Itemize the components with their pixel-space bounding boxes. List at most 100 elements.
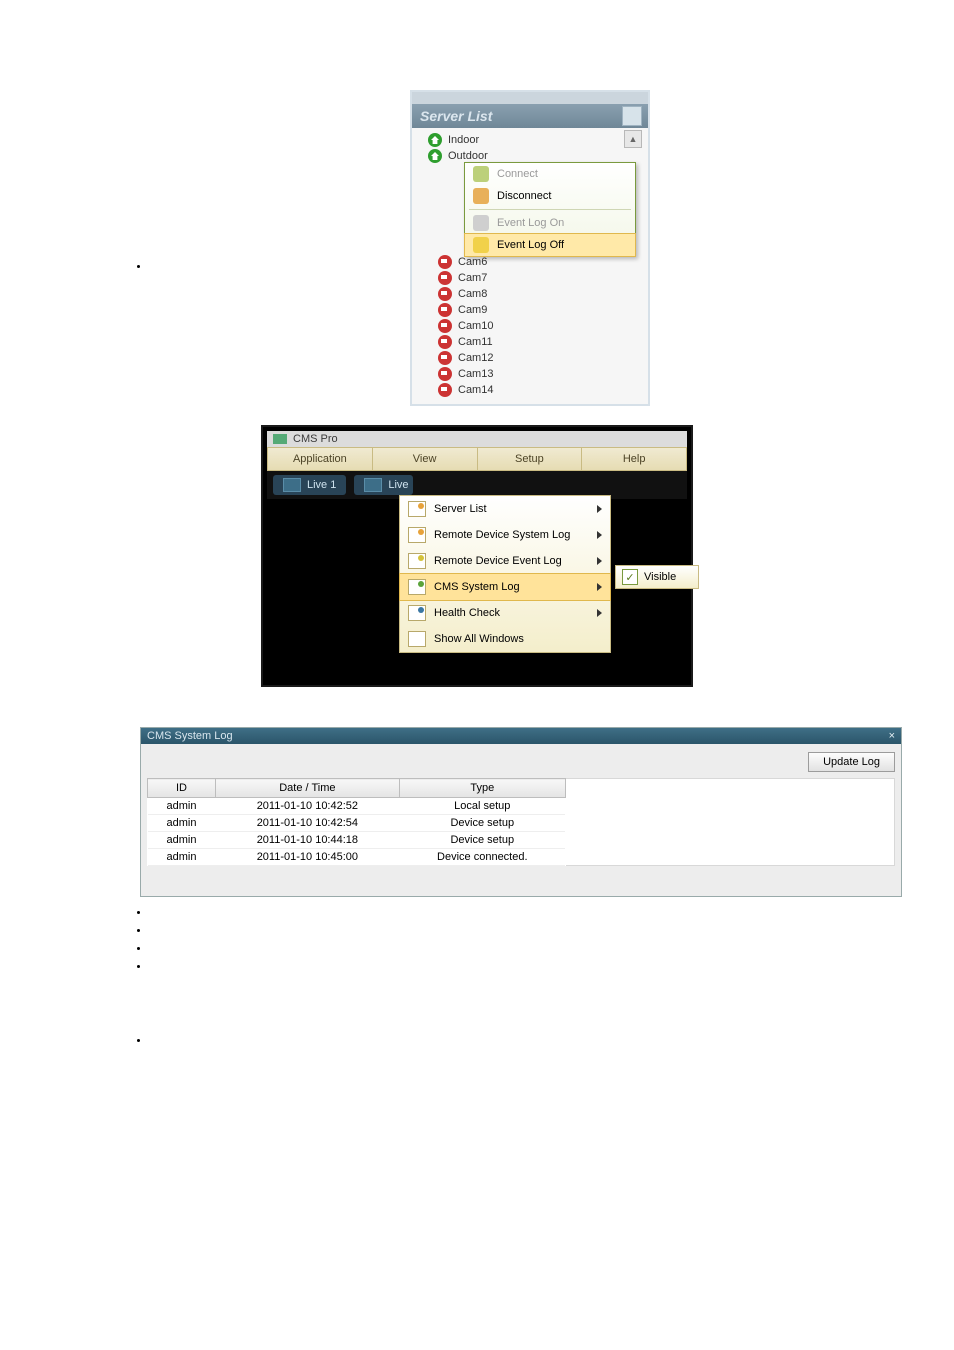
tree-label: Cam8 — [458, 288, 487, 300]
menu-view[interactable]: View — [373, 448, 478, 470]
tree-label: Cam9 — [458, 304, 487, 316]
dd-label: Server List — [434, 503, 487, 515]
tree-cam[interactable]: Cam12 — [416, 350, 644, 366]
panel-options-icon[interactable] — [622, 106, 642, 126]
menu-setup[interactable]: Setup — [478, 448, 583, 470]
monitor-icon — [283, 478, 301, 492]
tree-label: Cam13 — [458, 368, 493, 380]
connect-icon — [473, 166, 489, 182]
tree-cam[interactable]: Cam8 — [416, 286, 644, 302]
ctx-connect[interactable]: Connect — [465, 163, 635, 185]
table-row[interactable]: admin2011-01-10 10:42:52Local setup — [148, 798, 566, 815]
ctx-event-on[interactable]: Event Log On — [465, 212, 635, 234]
tree-cam[interactable]: Cam9 — [416, 302, 644, 318]
monitor-icon — [364, 478, 382, 492]
live-button[interactable]: Live — [354, 475, 412, 495]
dd-label: CMS System Log — [434, 581, 520, 593]
event-on-icon — [473, 215, 489, 231]
chevron-right-icon — [597, 583, 602, 591]
dd-show-all[interactable]: Show All Windows — [400, 626, 610, 652]
col-type[interactable]: Type — [399, 779, 565, 798]
log-detail-pane — [566, 778, 895, 866]
table-row[interactable]: admin2011-01-10 10:44:18Device setup — [148, 832, 566, 849]
dd-label: Show All Windows — [434, 633, 524, 645]
menu-icon — [408, 579, 426, 595]
button-label: Live 1 — [307, 479, 336, 491]
chevron-right-icon — [597, 531, 602, 539]
log-window-title: CMS System Log — [147, 730, 233, 742]
event-off-icon — [473, 237, 489, 253]
menu-icon — [408, 631, 426, 647]
dd-remote-evtlog[interactable]: Remote Device Event Log — [400, 548, 610, 574]
menu-icon — [408, 527, 426, 543]
dd-label: Remote Device System Log — [434, 529, 570, 541]
menu-icon — [408, 501, 426, 517]
menu-icon — [408, 553, 426, 569]
camera-icon — [438, 271, 452, 285]
server-list-panel: Server List ▲ Indoor Outdoor Cam6 Cam7 C… — [410, 90, 650, 257]
ctx-event-off[interactable]: Event Log Off — [464, 233, 636, 257]
chevron-right-icon — [597, 505, 602, 513]
menu-icon — [408, 605, 426, 621]
cms-system-log-window: CMS System Log × Update Log ID Date / Ti… — [140, 727, 902, 897]
disconnect-icon — [473, 188, 489, 204]
tree-label: Cam14 — [458, 384, 493, 396]
tree-group-indoor[interactable]: Indoor — [416, 132, 624, 148]
tree-cam[interactable]: Cam10 — [416, 318, 644, 334]
camera-icon — [438, 351, 452, 365]
log-table: ID Date / Time Type admin2011-01-10 10:4… — [147, 778, 566, 866]
dd-remote-syslog[interactable]: Remote Device System Log — [400, 522, 610, 548]
tree-cam[interactable]: Cam14 — [416, 382, 644, 398]
chevron-right-icon — [597, 609, 602, 617]
chevron-right-icon — [597, 557, 602, 565]
close-icon[interactable]: × — [889, 730, 895, 742]
dd-label: Health Check — [434, 607, 500, 619]
table-row[interactable]: admin2011-01-10 10:45:00Device connected… — [148, 849, 566, 866]
check-icon: ✓ — [622, 569, 638, 585]
menu-application[interactable]: Application — [268, 448, 373, 470]
app-icon — [273, 434, 287, 444]
submenu-label: Visible — [644, 571, 676, 583]
col-datetime[interactable]: Date / Time — [216, 779, 400, 798]
tree-label: Cam6 — [458, 256, 487, 268]
dd-server-list[interactable]: Server List — [400, 496, 610, 522]
ctx-disconnect[interactable]: Disconnect — [465, 185, 635, 207]
ctx-label: Event Log On — [497, 217, 564, 229]
scroll-up-icon[interactable]: ▲ — [624, 130, 642, 148]
camera-icon — [438, 287, 452, 301]
ctx-label: Disconnect — [497, 190, 551, 202]
tree-label: Indoor — [448, 134, 479, 146]
tree-label: Cam12 — [458, 352, 493, 364]
camera-icon — [438, 383, 452, 397]
tree-label: Outdoor — [448, 150, 488, 162]
table-row[interactable]: admin2011-01-10 10:42:54Device setup — [148, 815, 566, 832]
menu-bar: Application View Setup Help — [267, 447, 687, 471]
dd-cms-syslog[interactable]: CMS System Log — [399, 573, 611, 601]
cms-pro-window: CMS Pro Application View Setup Help Live… — [261, 425, 693, 687]
server-list-title: Server List — [420, 107, 492, 125]
ctx-label: Connect — [497, 168, 538, 180]
ctx-label: Event Log Off — [497, 239, 564, 251]
camera-icon — [438, 335, 452, 349]
context-menu: Connect Disconnect Event Log On Event Lo… — [464, 162, 636, 257]
menu-help[interactable]: Help — [582, 448, 686, 470]
tree-cam[interactable]: Cam11 — [416, 334, 644, 350]
update-log-button[interactable]: Update Log — [808, 752, 895, 772]
button-label: Live — [388, 479, 408, 491]
camera-icon — [438, 255, 452, 269]
col-id[interactable]: ID — [148, 779, 216, 798]
window-title: CMS Pro — [293, 433, 338, 445]
tree-cam[interactable]: Cam13 — [416, 366, 644, 382]
dd-health-check[interactable]: Health Check — [400, 600, 610, 626]
camera-icon — [438, 367, 452, 381]
tree-label: Cam7 — [458, 272, 487, 284]
dd-label: Remote Device Event Log — [434, 555, 562, 567]
camera-icon — [438, 303, 452, 317]
visible-submenu[interactable]: ✓ Visible — [615, 565, 699, 589]
live1-button[interactable]: Live 1 — [273, 475, 346, 495]
view-dropdown: Server List Remote Device System Log Rem… — [399, 495, 611, 653]
house-icon — [428, 149, 442, 163]
window-titlebar: CMS Pro — [267, 431, 687, 447]
tree-label: Cam10 — [458, 320, 493, 332]
tree-label: Cam11 — [458, 336, 493, 348]
